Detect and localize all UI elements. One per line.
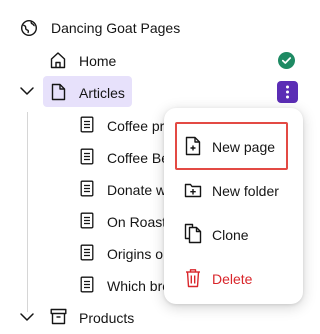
menu-item-delete[interactable]: Delete [164, 256, 303, 300]
menu-item-clone[interactable]: Clone [164, 212, 303, 256]
page-icon [51, 83, 66, 101]
list-item[interactable]: Coffee pr [80, 114, 170, 136]
chevron-down-icon[interactable] [19, 86, 35, 96]
document-icon [80, 148, 94, 165]
list-item[interactable]: Donate w [80, 178, 170, 200]
list-item-label: Origins o [107, 246, 164, 262]
home-icon [50, 51, 66, 69]
list-item[interactable]: Which bre [80, 274, 170, 296]
list-item-label: Coffee Be [107, 150, 170, 166]
trash-icon [185, 268, 201, 288]
new-folder-icon [184, 181, 202, 199]
tree-item-home[interactable]: Home [50, 48, 300, 74]
document-icon [80, 116, 94, 133]
document-icon [80, 276, 94, 293]
document-icon [80, 212, 94, 229]
tree-root-item[interactable]: Dancing Goat Pages [20, 16, 220, 40]
document-icon [80, 180, 94, 197]
chevron-down-icon[interactable] [19, 312, 35, 322]
menu-item-label: New folder [212, 183, 279, 199]
more-vertical-icon [286, 85, 289, 99]
menu-item-label: Delete [212, 271, 253, 287]
tree-item-articles-label: Articles [79, 85, 125, 101]
list-item-label: Donate w [107, 182, 167, 198]
more-actions-button[interactable] [277, 81, 298, 103]
tree-guide-line [27, 112, 28, 312]
menu-item-label: Clone [212, 227, 249, 243]
list-item[interactable]: Origins o [80, 242, 170, 264]
tree-root-label: Dancing Goat Pages [51, 20, 181, 36]
list-item-label: Which bre [107, 278, 171, 294]
globe-icon [20, 19, 38, 37]
published-status-badge [278, 52, 295, 69]
list-item[interactable]: On Roast [80, 210, 170, 232]
document-icon [80, 244, 94, 261]
list-item-label: Coffee pr [107, 118, 165, 134]
tree-item-products[interactable]: Products [50, 306, 200, 330]
list-item[interactable]: Coffee Be [80, 146, 170, 168]
menu-item-new-folder[interactable]: New folder [164, 168, 303, 212]
archive-icon [50, 308, 67, 325]
tree-item-products-label: Products [79, 310, 135, 326]
list-item-label: On Roast [107, 214, 167, 230]
tree-item-home-label: Home [79, 53, 117, 69]
highlight-outline [175, 122, 288, 170]
clone-icon [184, 223, 202, 244]
